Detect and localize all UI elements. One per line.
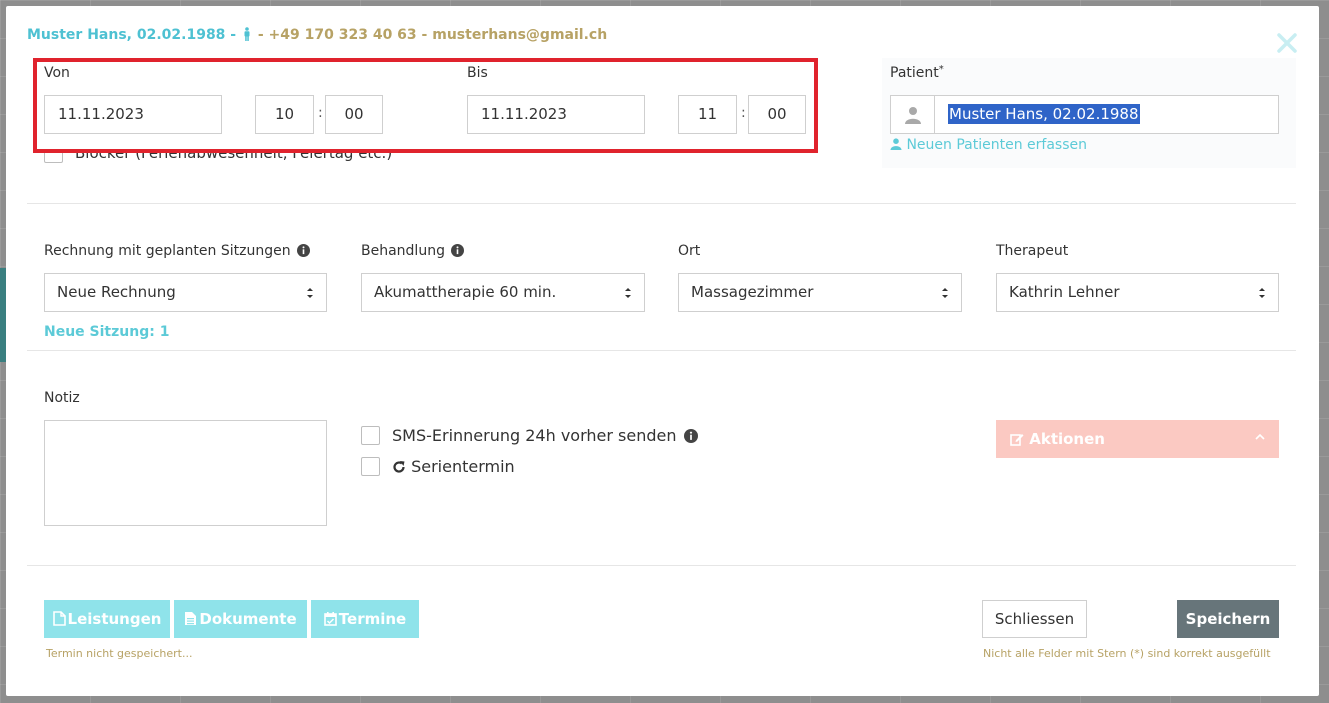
chevron-up-icon <box>1255 433 1265 440</box>
series-option: Serientermin <box>392 457 515 476</box>
new-patient-link[interactable]: Neuen Patienten erfassen <box>890 137 1087 153</box>
person-icon <box>244 27 250 41</box>
divider <box>27 350 1296 351</box>
therapist-label: Therapeut <box>996 243 1069 259</box>
treatment-label: Behandlung <box>361 243 465 259</box>
sms-reminder-checkbox[interactable] <box>361 426 380 445</box>
file-icon <box>52 611 66 626</box>
notes-textarea[interactable] <box>44 420 327 526</box>
divider <box>27 565 1296 566</box>
tab-leistungen[interactable]: Leistungen <box>44 600 170 638</box>
summary-separator: - <box>416 27 433 43</box>
new-session-count: Neue Sitzung: 1 <box>44 324 170 340</box>
save-button[interactable]: Speichern <box>1177 600 1279 638</box>
treatment-select[interactable]: Akumattherapie 60 min. <box>361 273 645 312</box>
actions-label: Aktionen <box>1029 430 1105 448</box>
tab-label: Leistungen <box>67 610 162 628</box>
close-button[interactable]: Schliessen <box>982 600 1087 638</box>
tab-termine[interactable]: Termine <box>311 600 419 638</box>
divider <box>27 203 1296 204</box>
document-icon <box>185 612 197 625</box>
close-icon[interactable] <box>1274 30 1300 56</box>
new-patient-link-label: Neuen Patienten erfassen <box>906 137 1087 153</box>
location-label: Ort <box>678 243 701 259</box>
patient-summary-email[interactable]: musterhans@gmail.ch <box>432 27 607 43</box>
location-select[interactable]: Massagezimmer <box>678 273 962 312</box>
series-label: Serientermin <box>411 457 515 476</box>
info-icon[interactable] <box>451 244 465 257</box>
sms-reminder-label: SMS-Erinnerung 24h vorher senden <box>392 426 677 445</box>
save-status-text: Termin nicht gespeichert... <box>46 647 193 660</box>
patient-avatar-box <box>890 95 935 134</box>
info-icon[interactable] <box>683 429 698 443</box>
tab-dokumente[interactable]: Dokumente <box>174 600 307 638</box>
validation-message: Nicht alle Felder mit Stern (*) sind kor… <box>983 647 1271 660</box>
appointment-modal: Muster Hans, 02.02.1988 - - +49 170 323 … <box>6 6 1319 696</box>
sms-reminder-option: SMS-Erinnerung 24h vorher senden <box>392 426 698 445</box>
user-avatar-icon <box>905 107 921 124</box>
edit-icon <box>1010 434 1024 446</box>
therapist-select[interactable]: Kathrin Lehner <box>996 273 1279 312</box>
select-arrows-icon <box>942 288 948 298</box>
tab-label: Termine <box>338 610 407 628</box>
tab-label: Dokumente <box>199 610 297 628</box>
patient-input[interactable]: Muster Hans, 02.02.1988 <box>934 95 1279 134</box>
required-marker: * <box>938 64 944 75</box>
invoice-select-value: Neue Rechnung <box>57 283 176 301</box>
patient-summary: Muster Hans, 02.02.1988 - - +49 170 323 … <box>27 27 607 43</box>
select-arrows-icon <box>307 288 313 298</box>
invoice-label: Rechnung mit geplanten Sitzungen <box>44 243 311 259</box>
therapist-select-value: Kathrin Lehner <box>1009 283 1120 301</box>
select-arrows-icon <box>1259 288 1265 298</box>
user-icon <box>890 138 902 150</box>
select-arrows-icon <box>625 288 631 298</box>
refresh-icon <box>393 461 405 473</box>
patient-summary-phone[interactable]: +49 170 323 40 63 <box>269 27 417 43</box>
calendar-check-icon <box>323 612 337 626</box>
location-select-value: Massagezimmer <box>691 283 814 301</box>
notes-label: Notiz <box>44 390 80 406</box>
treatment-select-value: Akumattherapie 60 min. <box>374 283 557 301</box>
invoice-select[interactable]: Neue Rechnung <box>44 273 327 312</box>
summary-separator: - <box>252 27 269 43</box>
actions-button[interactable]: Aktionen <box>996 420 1279 458</box>
series-checkbox[interactable] <box>361 457 380 476</box>
patient-label: Patient* <box>890 64 944 81</box>
summary-separator: - <box>225 27 241 43</box>
patient-summary-name[interactable]: Muster Hans, 02.02.1988 <box>27 27 225 43</box>
info-icon[interactable] <box>297 244 311 257</box>
patient-input-value: Muster Hans, 02.02.1988 <box>948 104 1140 124</box>
highlight-annotation <box>33 58 818 153</box>
